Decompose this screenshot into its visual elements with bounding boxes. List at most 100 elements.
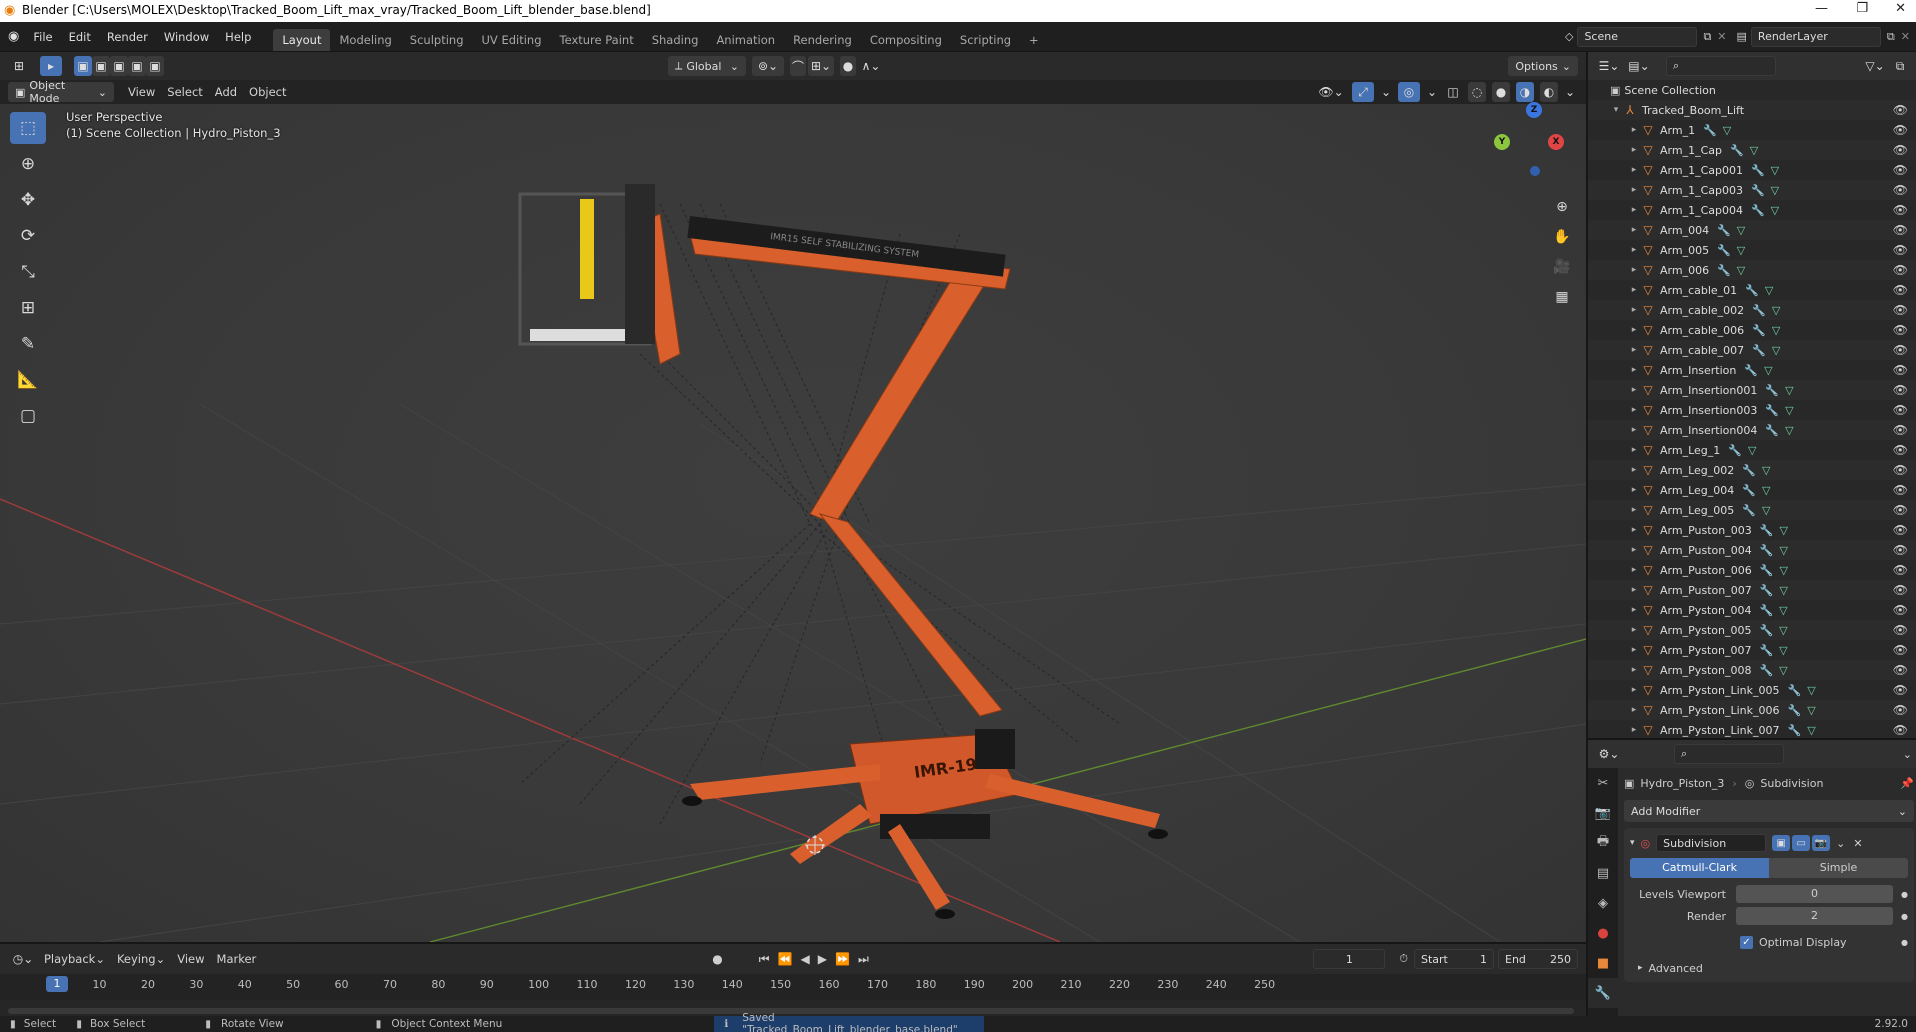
outliner-item[interactable]: ▸ ▽ Arm_Pyston_Link_007 🔧 ▽ 👁 xyxy=(1588,720,1916,738)
eye-icon[interactable]: 👁 xyxy=(1893,203,1908,217)
add-workspace-icon[interactable]: + xyxy=(1020,29,1048,51)
expand-right-icon[interactable]: ▸ xyxy=(1628,425,1640,435)
add-cube-tool-icon[interactable]: ▢ xyxy=(10,400,46,432)
move-tool-icon[interactable]: ✥ xyxy=(10,184,46,216)
eye-icon[interactable]: 👁 xyxy=(1893,683,1908,697)
modifier-wrench-icon[interactable]: 🔧 xyxy=(1742,504,1756,517)
eye-icon[interactable]: 👁 xyxy=(1893,543,1908,557)
outliner-item[interactable]: ▸ ▽ Arm_Leg_004 🔧 ▽ 👁 xyxy=(1588,480,1916,500)
expand-right-icon[interactable]: ▸ xyxy=(1628,725,1640,735)
tab-uv-editing[interactable]: UV Editing xyxy=(473,29,551,51)
eye-icon[interactable]: 👁 xyxy=(1893,723,1908,737)
menu-window[interactable]: Window xyxy=(156,30,217,44)
outliner-item[interactable]: ▸ ▽ Arm_cable_01 🔧 ▽ 👁 xyxy=(1588,280,1916,300)
modifier-name-field[interactable]: Subdivision xyxy=(1656,834,1767,852)
mesh-data-icon[interactable]: ▽ xyxy=(1762,504,1770,517)
mesh-data-icon[interactable]: ▽ xyxy=(1779,524,1787,537)
eye-icon[interactable]: 👁 xyxy=(1893,243,1908,257)
tab-layout[interactable]: Layout xyxy=(273,29,331,51)
render-levels-field[interactable]: 2 xyxy=(1736,907,1894,925)
render-toggle-icon[interactable]: 📷 xyxy=(1812,835,1831,851)
mesh-data-icon[interactable]: ▽ xyxy=(1807,704,1815,717)
keyframe-dot-icon[interactable]: ● xyxy=(1901,938,1908,947)
world-tab-icon[interactable]: ● xyxy=(1588,918,1618,948)
mesh-data-icon[interactable]: ▽ xyxy=(1771,184,1779,197)
eye-icon[interactable]: 👁 xyxy=(1893,603,1908,617)
pan-hand-icon[interactable]: ✋ xyxy=(1548,224,1576,250)
eye-icon[interactable]: 👁 xyxy=(1893,183,1908,197)
eye-icon[interactable]: 👁 xyxy=(1893,343,1908,357)
modifier-wrench-icon[interactable]: 🔧 xyxy=(1751,184,1765,197)
overlays-dropdown-icon[interactable]: ⌄ xyxy=(1426,82,1438,102)
expand-right-icon[interactable]: ▸ xyxy=(1628,545,1640,555)
mesh-data-icon[interactable]: ▽ xyxy=(1807,724,1815,737)
mesh-data-icon[interactable]: ▽ xyxy=(1723,124,1731,137)
select-subtract-icon[interactable]: ▣ xyxy=(110,56,128,76)
modifier-wrench-icon[interactable]: 🔧 xyxy=(1787,684,1801,697)
shading-dropdown-icon[interactable]: ⌄ xyxy=(1564,82,1576,102)
keyframe-dot-icon[interactable]: ● xyxy=(1901,890,1908,899)
expand-right-icon[interactable]: ▸ xyxy=(1628,125,1640,135)
expand-right-icon[interactable]: ▸ xyxy=(1628,705,1640,715)
menu-add[interactable]: Add xyxy=(209,82,243,102)
menu-object[interactable]: Object xyxy=(243,82,292,102)
modifier-wrench-icon[interactable]: 🔧 xyxy=(1759,624,1773,637)
rotate-tool-icon[interactable]: ⟳ xyxy=(10,220,46,252)
outliner-item[interactable]: ▸ ▽ Arm_1 🔧 ▽ 👁 xyxy=(1588,120,1916,140)
outliner-item[interactable]: ▸ ▽ Arm_Puston_003 🔧 ▽ 👁 xyxy=(1588,520,1916,540)
expand-right-icon[interactable]: ▸ xyxy=(1628,345,1640,355)
playhead[interactable]: 1 xyxy=(46,976,68,992)
blender-menu-icon[interactable]: ◉ xyxy=(8,29,19,44)
gizmo-toggle-icon[interactable]: ⤢ xyxy=(1352,82,1374,102)
modifier-wrench-icon[interactable]: 🔧 xyxy=(1751,204,1765,217)
zoom-icon[interactable]: ⊕ xyxy=(1548,194,1576,220)
expand-right-icon[interactable]: ▸ xyxy=(1628,525,1640,535)
menu-view[interactable]: View xyxy=(122,82,161,102)
expand-right-icon[interactable]: ▸ xyxy=(1628,605,1640,615)
modifier-wrench-icon[interactable]: 🔧 xyxy=(1759,644,1773,657)
modifier-wrench-icon[interactable]: 🔧 xyxy=(1745,284,1759,297)
viewport-toggle-icon[interactable]: ▭ xyxy=(1792,835,1811,851)
eye-icon[interactable]: 👁 xyxy=(1893,223,1908,237)
select-new-icon[interactable]: ▣ xyxy=(74,56,92,76)
tab-modeling[interactable]: Modeling xyxy=(330,29,400,51)
outliner-item[interactable]: ▸ ▽ Arm_Puston_006 🔧 ▽ 👁 xyxy=(1588,560,1916,580)
modifier-wrench-icon[interactable]: 🔧 xyxy=(1760,524,1774,537)
proportional-edit-icon[interactable]: ● xyxy=(840,56,856,76)
mesh-data-icon[interactable]: ▽ xyxy=(1779,564,1787,577)
menu-marker[interactable]: Marker xyxy=(211,949,263,969)
display-mode-icon[interactable]: ▤⌄ xyxy=(1624,56,1654,76)
timeline-editor-icon[interactable]: ◷⌄ xyxy=(8,949,38,969)
outliner-item[interactable]: ▸ ▽ Arm_Pyston_007 🔧 ▽ 👁 xyxy=(1588,640,1916,660)
outliner-item[interactable]: ▸ ▽ Arm_Insertion 🔧 ▽ 👁 xyxy=(1588,360,1916,380)
eye-icon[interactable]: 👁 xyxy=(1893,483,1908,497)
outliner-item[interactable]: ▸ ▽ Arm_1_Cap003 🔧 ▽ 👁 xyxy=(1588,180,1916,200)
cursor-tool-icon[interactable]: ⊕ xyxy=(10,148,46,180)
expand-right-icon[interactable]: ▸ xyxy=(1628,405,1640,415)
expand-right-icon[interactable]: ▸ xyxy=(1628,285,1640,295)
mesh-data-icon[interactable]: ▽ xyxy=(1785,404,1793,417)
measure-tool-icon[interactable]: 📐 xyxy=(10,364,46,396)
outliner-item[interactable]: ▸ ▽ Arm_Leg_1 🔧 ▽ 👁 xyxy=(1588,440,1916,460)
mesh-data-icon[interactable]: ▽ xyxy=(1772,304,1780,317)
expand-right-icon[interactable]: ▸ xyxy=(1628,385,1640,395)
outliner-item[interactable]: ▸ ▽ Arm_Pyston_005 🔧 ▽ 👁 xyxy=(1588,620,1916,640)
y-axis-icon[interactable]: Y xyxy=(1494,134,1510,150)
maximize-icon[interactable]: ❐ xyxy=(1856,1,1868,16)
mesh-data-icon[interactable]: ▽ xyxy=(1737,224,1745,237)
output-tab-icon[interactable]: 🖶 xyxy=(1588,828,1618,858)
end-frame-field[interactable]: End 250 xyxy=(1498,949,1578,969)
mesh-data-icon[interactable]: ▽ xyxy=(1785,384,1793,397)
expand-right-icon[interactable]: ▸ xyxy=(1628,185,1640,195)
expand-right-icon[interactable]: ▸ xyxy=(1628,205,1640,215)
options-dropdown[interactable]: Options ⌄ xyxy=(1508,56,1578,76)
wireframe-shading-icon[interactable]: ◌ xyxy=(1468,82,1486,102)
outliner-search[interactable]: ⌕ xyxy=(1666,56,1776,76)
eye-icon[interactable]: 👁 xyxy=(1893,623,1908,637)
outliner-item[interactable]: ▸ ▽ Arm_Insertion003 🔧 ▽ 👁 xyxy=(1588,400,1916,420)
outliner-item[interactable]: ▸ ▽ Arm_Insertion001 🔧 ▽ 👁 xyxy=(1588,380,1916,400)
eye-icon[interactable]: 👁 xyxy=(1893,563,1908,577)
tab-compositing[interactable]: Compositing xyxy=(861,29,951,51)
modifier-wrench-icon[interactable]: 🔧 xyxy=(1759,664,1773,677)
record-icon[interactable]: ● xyxy=(712,952,722,966)
